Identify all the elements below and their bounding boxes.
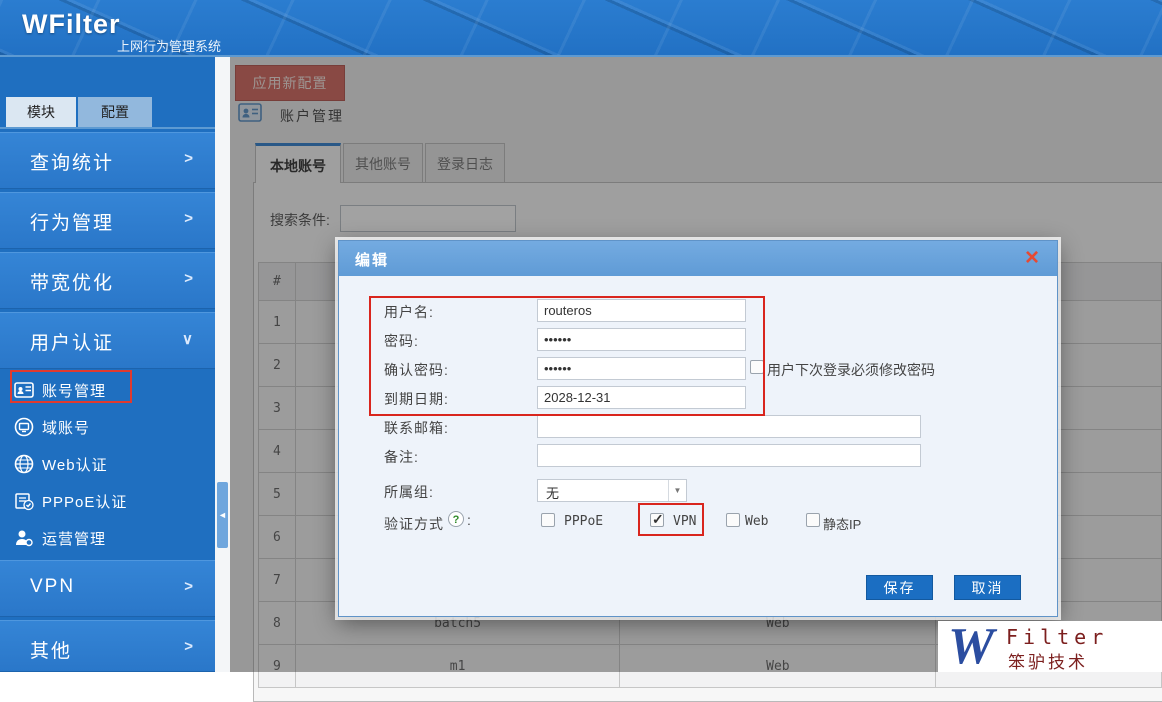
watermark-name: Filter (1006, 625, 1108, 649)
confirm-password-row: 确认密码: 用户下次登录必须修改密码 (339, 357, 1057, 381)
menu-label: 用户认证 (30, 328, 114, 355)
must-change-password-checkbox[interactable] (750, 360, 764, 374)
user-auth-submenu: 账号管理 域账号 Web认证 (0, 372, 215, 557)
password-field[interactable] (537, 328, 746, 351)
static-ip-label: 静态IP (823, 514, 861, 533)
domain-account-icon (14, 417, 34, 437)
submenu-label: 账号管理 (42, 380, 106, 401)
chevron-right-icon: > (184, 150, 193, 167)
username-field[interactable] (537, 299, 746, 322)
auth-method-row: 验证方式 ? : PPPoE VPN Web 静态IP (339, 511, 1057, 535)
note-label: 备注: (384, 447, 419, 467)
app-subtitle: 上网行为管理系统 (117, 36, 221, 55)
chevron-right-icon: > (184, 210, 193, 227)
menu-label: VPN (30, 576, 75, 598)
sidebar-item-user-auth[interactable]: 用户认证 ∨ (0, 312, 215, 369)
auth-method-label: 验证方式 (384, 514, 444, 534)
close-icon[interactable]: × (1025, 244, 1039, 272)
id-card-icon (14, 380, 34, 400)
confirm-password-field[interactable] (537, 357, 746, 380)
chevron-right-icon: > (184, 270, 193, 287)
sidebar-item-domain-account[interactable]: 域账号 (0, 409, 215, 446)
group-row: 所属组: 无 ▼ (339, 479, 1057, 503)
sidebar-item-operator-mgmt[interactable]: 运营管理 (0, 520, 215, 557)
web-checkbox[interactable] (726, 513, 740, 527)
pppoe-checkbox[interactable] (541, 513, 555, 527)
expire-date-field[interactable] (537, 386, 746, 409)
watermark-company: 笨驴技术 (1008, 648, 1088, 673)
sidebar-tab-modules[interactable]: 模块 (6, 97, 76, 127)
dropdown-arrow-icon: ▼ (668, 480, 686, 501)
email-label: 联系邮箱: (384, 418, 449, 438)
vpn-checkbox[interactable] (650, 513, 664, 527)
expire-date-row: 到期日期: (339, 386, 1057, 410)
save-button[interactable]: 保存 (866, 575, 933, 600)
sidebar-item-vpn[interactable]: VPN > (0, 560, 215, 617)
sidebar-item-web-auth[interactable]: Web认证 (0, 446, 215, 483)
pppoe-label: PPPoE (564, 514, 603, 529)
sidebar-item-bandwidth-opt[interactable]: 带宽优化 > (0, 252, 215, 309)
sidebar: 模块 配置 查询统计 > 行为管理 > 带宽优化 > 用户认证 ∨ (0, 57, 215, 672)
sidebar-item-query-stats[interactable]: 查询统计 > (0, 132, 215, 189)
sidebar-item-other[interactable]: 其他 > (0, 620, 215, 672)
top-header: WFilter 上网行为管理系统 (0, 0, 1162, 57)
dialog-header: 编辑 × (339, 241, 1057, 276)
email-row: 联系邮箱: (339, 415, 1057, 439)
operator-icon (14, 528, 34, 548)
note-row: 备注: (339, 444, 1057, 468)
chevron-right-icon: > (184, 578, 193, 595)
sidebar-strip: 模块 配置 查询统计 > 行为管理 > 带宽优化 > 用户认证 ∨ (0, 57, 230, 672)
submenu-label: Web认证 (42, 454, 108, 475)
group-label: 所属组: (384, 482, 434, 502)
submenu-label: PPPoE认证 (42, 491, 127, 512)
note-field[interactable] (537, 444, 921, 467)
help-icon[interactable]: ? (448, 511, 464, 527)
static-ip-checkbox[interactable] (806, 513, 820, 527)
collapse-arrow-icon: ◄ (218, 510, 227, 520)
menu-label: 查询统计 (30, 148, 114, 175)
chevron-right-icon: > (184, 638, 193, 655)
group-dropdown[interactable]: 无 ▼ (537, 479, 687, 502)
submenu-label: 运营管理 (42, 528, 106, 549)
expire-date-label: 到期日期: (384, 389, 449, 409)
sidebar-tab-divider (0, 127, 215, 129)
wfilter-watermark: W Filter 笨驴技术 (938, 621, 1162, 672)
sidebar-item-account-mgmt[interactable]: 账号管理 (0, 372, 215, 409)
sidebar-tab-config[interactable]: 配置 (78, 97, 152, 127)
auth-colon: : (467, 512, 471, 528)
dialog-title: 编辑 (355, 249, 389, 270)
web-label: Web (745, 514, 768, 529)
sidebar-item-pppoe-auth[interactable]: PPPoE认证 (0, 483, 215, 520)
app-logo: WFilter (22, 9, 121, 40)
submenu-label: 域账号 (42, 417, 90, 438)
watermark-w: W (948, 617, 994, 676)
password-row: 密码: (339, 328, 1057, 352)
menu-label: 行为管理 (30, 208, 114, 235)
confirm-password-label: 确认密码: (384, 360, 449, 380)
email-field[interactable] (537, 415, 921, 438)
chevron-down-icon: ∨ (182, 330, 193, 348)
must-change-password-label: 用户下次登录必须修改密码 (767, 360, 935, 380)
password-label: 密码: (384, 331, 419, 351)
username-label: 用户名: (384, 302, 434, 322)
globe-icon (14, 454, 34, 474)
group-selected-value: 无 (546, 483, 559, 502)
edit-account-dialog: 编辑 × 用户名: 密码: 确认密码: 用户下次登录必须修改密码 到期日期: 联… (338, 240, 1058, 617)
sidebar-item-behavior-mgmt[interactable]: 行为管理 > (0, 192, 215, 249)
cancel-button[interactable]: 取消 (954, 575, 1021, 600)
menu-label: 其他 (30, 636, 72, 663)
username-row: 用户名: (339, 299, 1057, 323)
menu-label: 带宽优化 (30, 268, 114, 295)
sidebar-collapse-handle[interactable]: ◄ (217, 482, 228, 548)
doc-check-icon (14, 491, 34, 511)
vpn-label: VPN (673, 514, 696, 529)
